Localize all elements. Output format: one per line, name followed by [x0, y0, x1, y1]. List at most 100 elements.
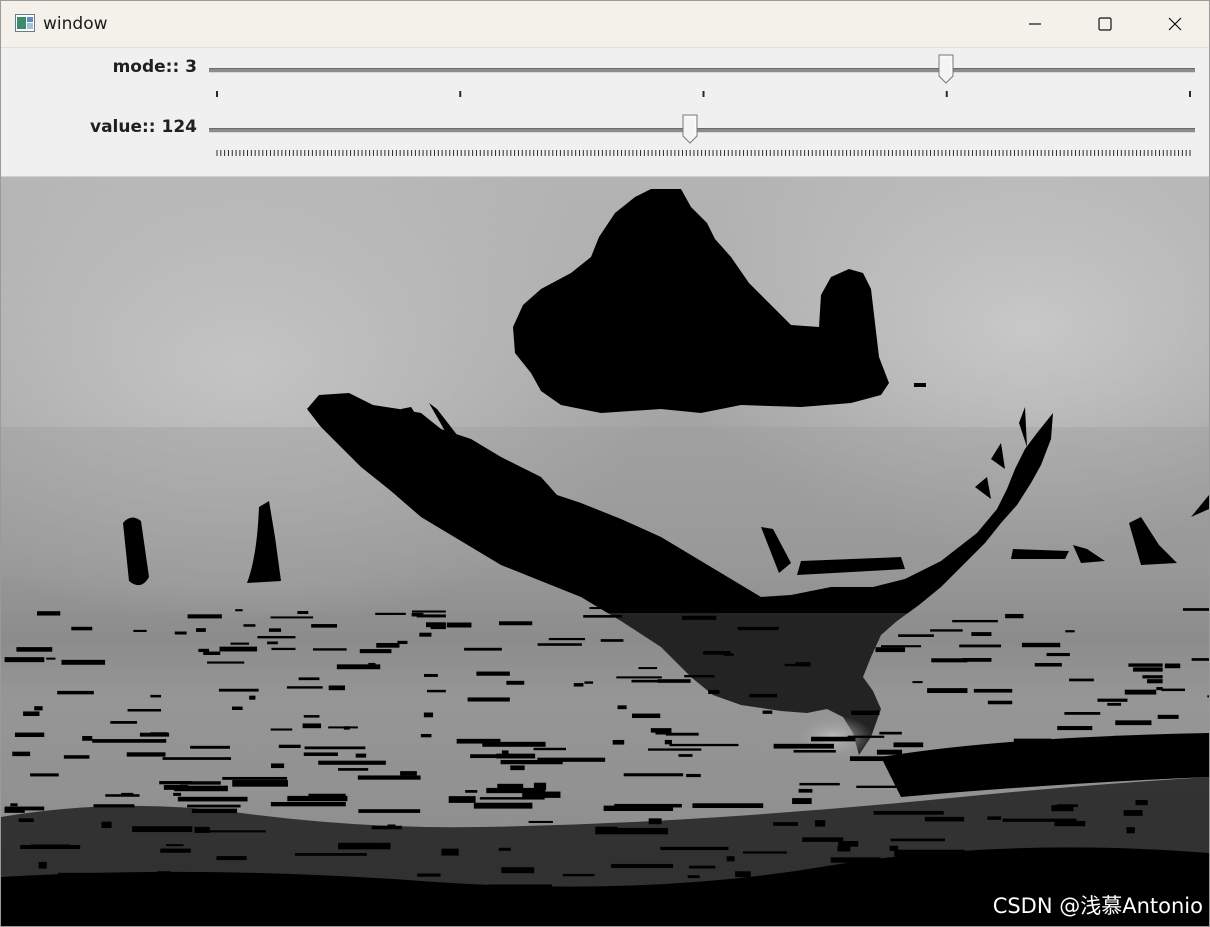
- water-streak: [522, 791, 561, 798]
- water-streak: [657, 679, 691, 683]
- water-streak: [4, 657, 45, 663]
- water-streak: [1107, 702, 1122, 706]
- maximize-button[interactable]: [1070, 1, 1140, 47]
- water-streak: [959, 644, 1002, 648]
- water-streak: [638, 667, 658, 670]
- water-streak: [34, 706, 43, 711]
- water-streak: [303, 752, 338, 756]
- water-streak: [698, 608, 736, 613]
- water-streak: [270, 728, 293, 731]
- water-streak: [328, 685, 346, 691]
- water-streak: [616, 676, 662, 679]
- water-streak: [235, 609, 243, 612]
- water-streak: [762, 710, 773, 714]
- water-streak: [425, 622, 446, 628]
- water-streak: [162, 757, 232, 760]
- water-streak: [1147, 679, 1163, 684]
- maximize-icon: [1098, 17, 1112, 31]
- water-streak: [1097, 698, 1128, 702]
- water-streak: [612, 739, 625, 745]
- water-streak: [589, 607, 614, 610]
- water-streak: [499, 621, 533, 626]
- water-streak: [196, 628, 206, 632]
- water-streak: [358, 809, 421, 813]
- water-streak: [470, 754, 502, 759]
- water-streak: [793, 749, 836, 753]
- mode-trackbar-thumb[interactable]: [938, 54, 954, 84]
- water-streak: [10, 803, 18, 807]
- water-streak: [71, 626, 93, 631]
- water-streak: [664, 739, 672, 745]
- water-streak: [647, 748, 702, 751]
- water-streak: [496, 753, 536, 759]
- mode-trackbar-track[interactable]: [209, 68, 1195, 73]
- water-streak: [987, 700, 1013, 705]
- close-button[interactable]: [1140, 1, 1209, 47]
- water-streak: [1005, 613, 1024, 619]
- water-streak: [608, 805, 658, 810]
- water-streak: [584, 681, 594, 684]
- water-streak: [357, 775, 421, 780]
- water-streak: [737, 626, 779, 631]
- water-streak: [930, 629, 963, 632]
- water-streak: [500, 759, 563, 765]
- water-streak: [650, 728, 672, 733]
- title-bar[interactable]: window: [1, 1, 1209, 48]
- water-streak: [631, 679, 661, 683]
- water-streak: [174, 631, 187, 635]
- water-streak: [1064, 712, 1101, 715]
- water-streak: [1124, 689, 1157, 695]
- water-streak: [684, 675, 715, 678]
- water-streak: [187, 804, 241, 808]
- water-streak: [773, 743, 834, 749]
- water-streak: [600, 639, 624, 642]
- water-streak: [297, 611, 309, 615]
- water-streak: [678, 754, 693, 757]
- water-streak: [61, 659, 106, 665]
- water-streak: [682, 615, 717, 620]
- value-trackbar-ticks: [216, 150, 1191, 156]
- water-streak: [898, 634, 934, 637]
- water-streak: [1057, 725, 1093, 731]
- trackbar-panel: mode:: 3 value:: 124: [1, 48, 1209, 177]
- water-streak: [219, 646, 258, 652]
- water-streak: [482, 741, 546, 747]
- water-streak: [304, 746, 366, 750]
- water-streak: [267, 641, 278, 645]
- water-streak: [375, 612, 406, 615]
- water-streak: [548, 637, 586, 641]
- water-streak: [232, 706, 243, 711]
- water-streak: [23, 711, 40, 717]
- water-streak: [376, 642, 400, 648]
- water-streak: [692, 803, 764, 808]
- water-streak: [150, 732, 168, 736]
- water-streak: [411, 610, 446, 613]
- app-window: window mode:: 3 value:: 124 CSDN @浅慕Anto…: [0, 0, 1210, 927]
- water-streak: [249, 695, 256, 700]
- value-trackbar-track[interactable]: [209, 128, 1195, 133]
- water-streak: [893, 742, 924, 748]
- water-streak: [1157, 714, 1179, 719]
- water-streak: [173, 792, 182, 796]
- water-streak: [30, 773, 59, 777]
- window-title: window: [43, 14, 108, 34]
- thresholded-eagle-image: CSDN @浅慕Antonio: [1, 177, 1209, 926]
- value-trackbar-thumb[interactable]: [682, 114, 698, 144]
- water-streak: [243, 624, 256, 627]
- water-streak: [533, 782, 547, 790]
- water-streak: [198, 648, 210, 653]
- water-streak: [881, 645, 922, 648]
- water-streak: [419, 632, 432, 637]
- water-streak: [1046, 652, 1070, 657]
- water-streak: [573, 683, 584, 687]
- water-streak: [1133, 667, 1163, 672]
- water-streak: [257, 635, 296, 639]
- water-streak: [313, 648, 347, 651]
- water-streak: [623, 773, 684, 777]
- minimize-button[interactable]: [1000, 1, 1070, 47]
- water-streak: [423, 712, 434, 718]
- water-streak: [617, 705, 627, 710]
- water-streak: [973, 688, 1013, 693]
- water-streak: [537, 643, 582, 646]
- water-streak: [57, 690, 94, 695]
